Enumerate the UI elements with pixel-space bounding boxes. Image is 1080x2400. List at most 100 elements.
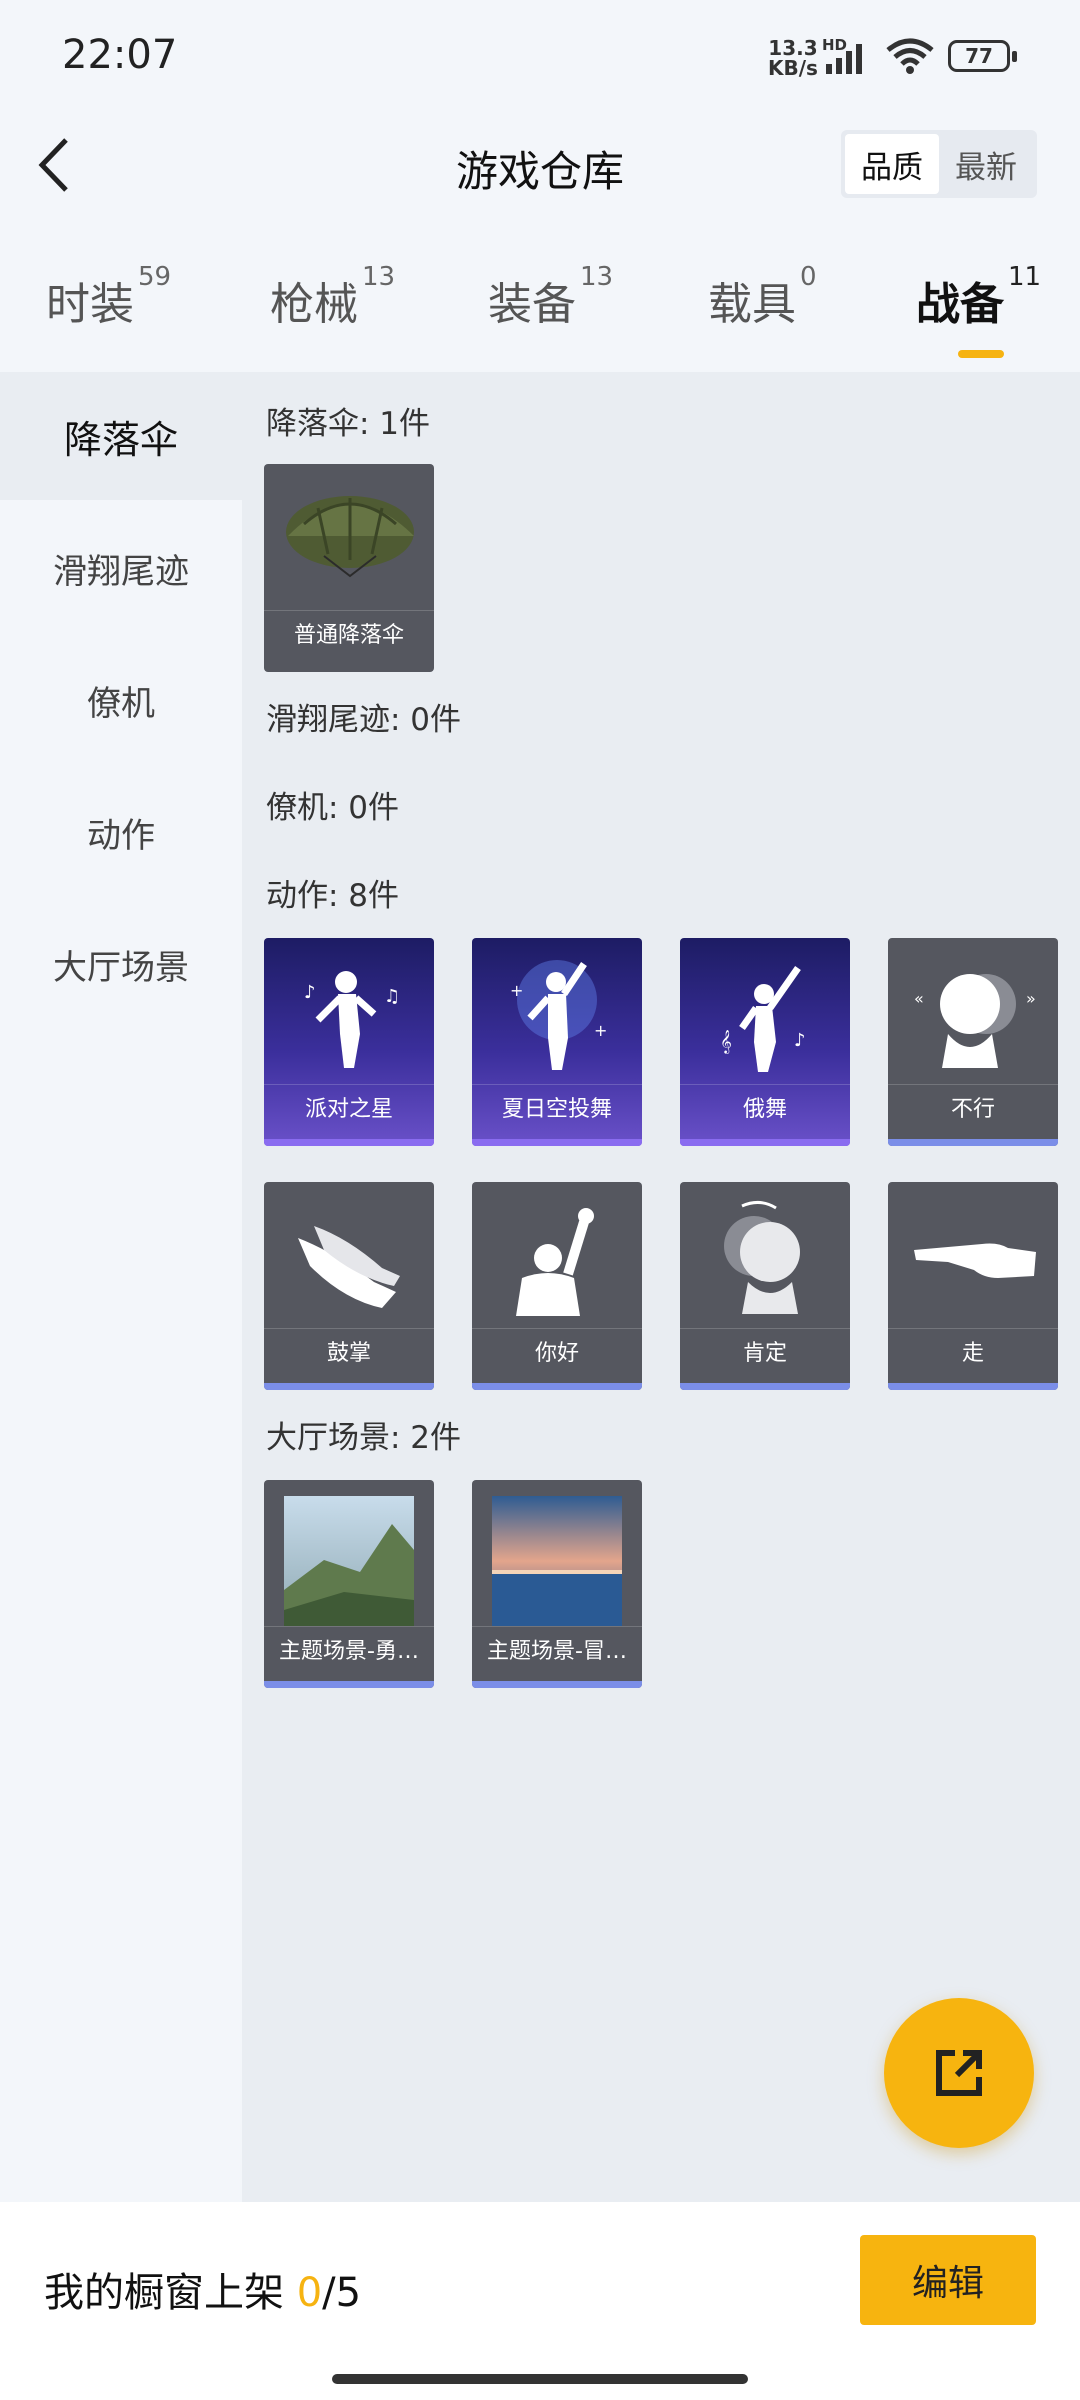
- dance-emote-image: ♪ ♫: [304, 971, 400, 1068]
- tab-count: 13: [580, 262, 614, 292]
- section-title-parachute: 降落伞: 1件: [266, 406, 431, 442]
- sidebar-item-lobby-scene[interactable]: 大厅场景: [0, 900, 242, 1028]
- item-name: 你好: [472, 1328, 642, 1380]
- dance-emote-image: ++: [510, 960, 607, 1070]
- wifi-icon: [886, 38, 934, 74]
- item-card[interactable]: + + 夏日空投舞: [472, 938, 642, 1146]
- svg-text:+: +: [594, 1021, 607, 1040]
- item-name: 俄舞: [680, 1084, 850, 1136]
- dance-emote-image: 𝄞 ♪: [720, 965, 806, 1072]
- tab-label: 枪械: [270, 279, 358, 330]
- tab-vehicles[interactable]: 载具0: [708, 262, 817, 332]
- item-card[interactable]: 𝄞 ♪ 俄舞: [680, 938, 850, 1146]
- active-tab-indicator: [958, 350, 1004, 358]
- svg-text:»: »: [1026, 989, 1036, 1008]
- edit-button[interactable]: 编辑: [860, 2235, 1036, 2325]
- share-export-icon: [936, 2050, 982, 2096]
- showcase-label: 我的橱窗上架: [44, 2270, 297, 2316]
- rarity-bar: [472, 1383, 642, 1390]
- item-list: 降落伞: 1件 普通降落伞 滑翔尾迹: 0件 僚机: 0件 动作: 8件 ♪ ♫ …: [242, 372, 1080, 2202]
- tab-combat-gear[interactable]: 战备11: [916, 262, 1041, 358]
- wave-emote-image: [516, 1208, 594, 1316]
- item-name: 派对之星: [264, 1084, 434, 1136]
- point-emote-image: [914, 1243, 1036, 1278]
- tab-equipment[interactable]: 装备13: [488, 262, 613, 332]
- item-name: 夏日空投舞: [472, 1084, 642, 1136]
- rarity-bar: [888, 1383, 1058, 1390]
- tab-guns[interactable]: 枪械13: [270, 262, 395, 332]
- lobby-scene-mountain-image: [284, 1496, 414, 1626]
- item-card[interactable]: 你好: [472, 1182, 642, 1390]
- rarity-bar: [264, 1139, 434, 1146]
- svg-text:♪: ♪: [794, 1030, 806, 1051]
- item-name: 普通降落伞: [264, 610, 434, 662]
- item-name: 不行: [888, 1084, 1058, 1136]
- category-tabs: 时装59 枪械13 装备13 载具0 战备11: [0, 258, 1080, 358]
- network-speed-value: 13.3: [768, 36, 818, 60]
- item-card[interactable]: 普通降落伞: [264, 464, 434, 672]
- sidebar-item-parachute[interactable]: 降落伞: [0, 372, 242, 500]
- tab-fashion[interactable]: 时装59: [46, 262, 171, 332]
- head-shake-emote-image: «»: [914, 974, 1036, 1068]
- item-card[interactable]: 鼓掌: [264, 1182, 434, 1390]
- item-card[interactable]: 主题场景-冒…: [472, 1480, 642, 1688]
- sidebar: 降落伞 滑翔尾迹 僚机 动作 大厅场景: [0, 372, 242, 2202]
- item-name: 鼓掌: [264, 1328, 434, 1380]
- rarity-bar: [680, 1383, 850, 1390]
- item-card[interactable]: «» 不行: [888, 938, 1058, 1146]
- signal-icon: [826, 44, 862, 74]
- svg-text:♪: ♪: [304, 982, 316, 1003]
- battery-icon: 77: [948, 40, 1017, 72]
- showcase-current: 0: [296, 2270, 323, 2316]
- section-title-emotes: 动作: 8件: [266, 878, 400, 914]
- svg-text:+: +: [510, 981, 523, 1000]
- sidebar-item-wingman[interactable]: 僚机: [0, 636, 242, 764]
- svg-text:♫: ♫: [384, 986, 400, 1007]
- sort-newest-button[interactable]: 最新: [939, 134, 1033, 194]
- share-button[interactable]: [884, 1998, 1034, 2148]
- tab-label: 载具: [708, 279, 796, 330]
- item-name: 走: [888, 1328, 1058, 1380]
- tab-count: 11: [1008, 262, 1042, 292]
- item-card[interactable]: 肯定: [680, 1182, 850, 1390]
- tab-label: 战备: [916, 279, 1004, 330]
- item-name: 主题场景-冒…: [472, 1626, 642, 1678]
- sidebar-item-glide-trail[interactable]: 滑翔尾迹: [0, 504, 242, 632]
- rarity-bar: [472, 1681, 642, 1688]
- tab-count: 13: [362, 262, 396, 292]
- showcase-count: 我的橱窗上架 0/5: [44, 2260, 361, 2318]
- sidebar-item-emotes[interactable]: 动作: [0, 768, 242, 896]
- network-speed-unit: KB/s: [768, 56, 818, 80]
- svg-text:«: «: [914, 989, 924, 1008]
- header: 游戏仓库 品质 最新: [0, 110, 1080, 220]
- rarity-bar: [472, 1139, 642, 1146]
- item-card[interactable]: 走: [888, 1182, 1058, 1390]
- item-name: 主题场景-勇…: [264, 1626, 434, 1678]
- item-name: 肯定: [680, 1328, 850, 1380]
- svg-text:𝄞: 𝄞: [720, 1029, 732, 1054]
- section-title-wingman: 僚机: 0件: [266, 790, 400, 826]
- clap-emote-image: [298, 1226, 400, 1308]
- rarity-bar: [264, 1383, 434, 1390]
- rarity-bar: [680, 1139, 850, 1146]
- status-bar: 22:07 13.3 KB/s HD 77: [0, 0, 1080, 110]
- tab-count: 0: [800, 262, 817, 292]
- bottom-bar: 我的橱窗上架 0/5 编辑: [0, 2202, 1080, 2400]
- item-card[interactable]: 主题场景-勇…: [264, 1480, 434, 1688]
- section-title-lobby-scene: 大厅场景: 2件: [266, 1420, 462, 1456]
- status-time: 22:07: [62, 32, 178, 78]
- nod-emote-image: [724, 1201, 800, 1314]
- sort-quality-button[interactable]: 品质: [845, 134, 939, 194]
- item-card[interactable]: ♪ ♫ 派对之星: [264, 938, 434, 1146]
- tab-count: 59: [138, 262, 172, 292]
- sort-toggle: 品质 最新: [841, 130, 1037, 198]
- showcase-total: /5: [322, 2270, 362, 2316]
- rarity-bar: [264, 1681, 434, 1688]
- parachute-image: [286, 496, 414, 578]
- tab-label: 时装: [46, 279, 134, 330]
- rarity-bar: [888, 1139, 1058, 1146]
- network-speed: 13.3 KB/s: [768, 38, 818, 78]
- home-indicator[interactable]: [332, 2374, 748, 2384]
- lobby-scene-sea-image: [492, 1496, 622, 1626]
- tab-label: 装备: [488, 279, 576, 330]
